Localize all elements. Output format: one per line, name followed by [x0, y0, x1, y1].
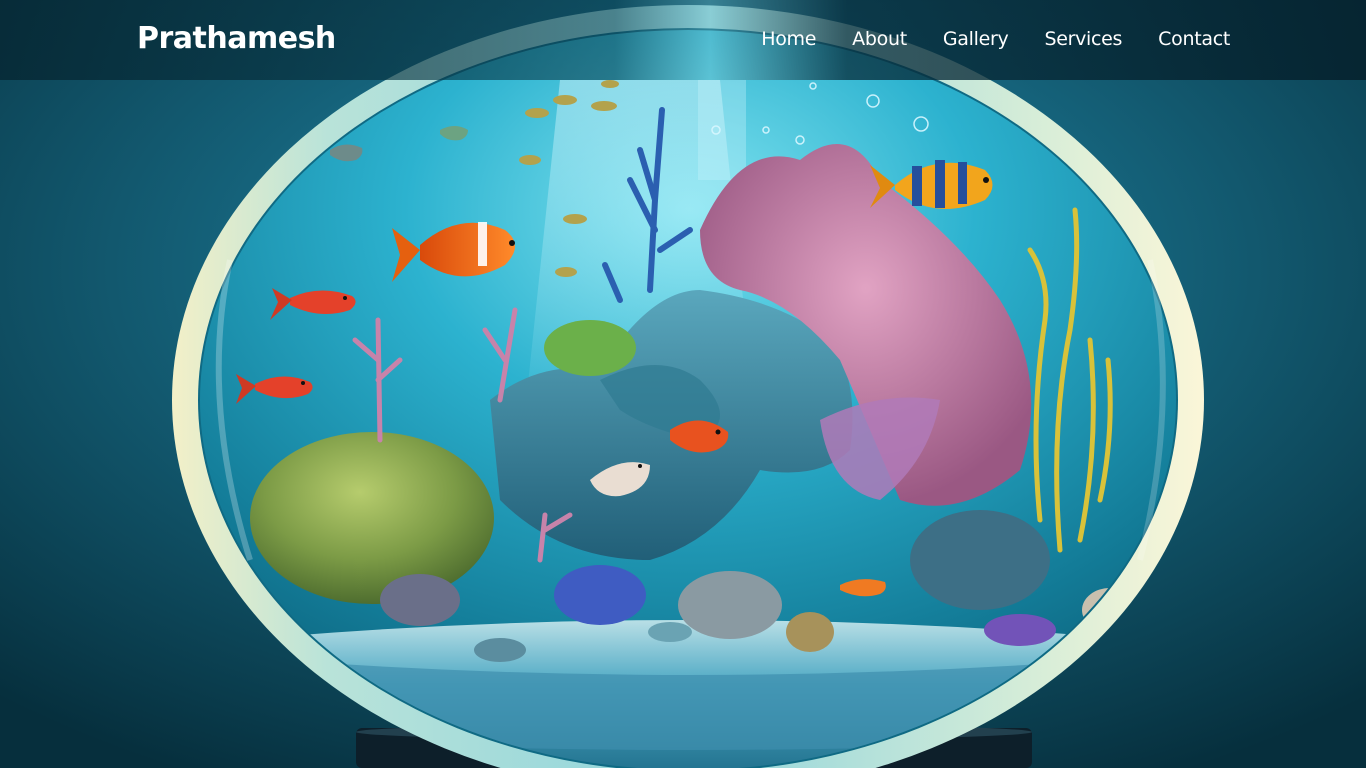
nav-link-services[interactable]: Services	[1044, 28, 1122, 50]
nav-link-gallery[interactable]: Gallery	[943, 28, 1009, 50]
page: Prathamesh Home About Gallery Services C…	[0, 0, 1366, 768]
nav-links: Home About Gallery Services Contact	[761, 28, 1230, 50]
nav-link-home[interactable]: Home	[761, 28, 816, 50]
nav-link-contact[interactable]: Contact	[1158, 28, 1230, 50]
aquarium-hero-image	[0, 0, 1366, 768]
brand-logo[interactable]: Prathamesh	[137, 21, 336, 56]
navbar: Prathamesh Home About Gallery Services C…	[0, 0, 1366, 80]
nav-link-about[interactable]: About	[852, 28, 907, 50]
